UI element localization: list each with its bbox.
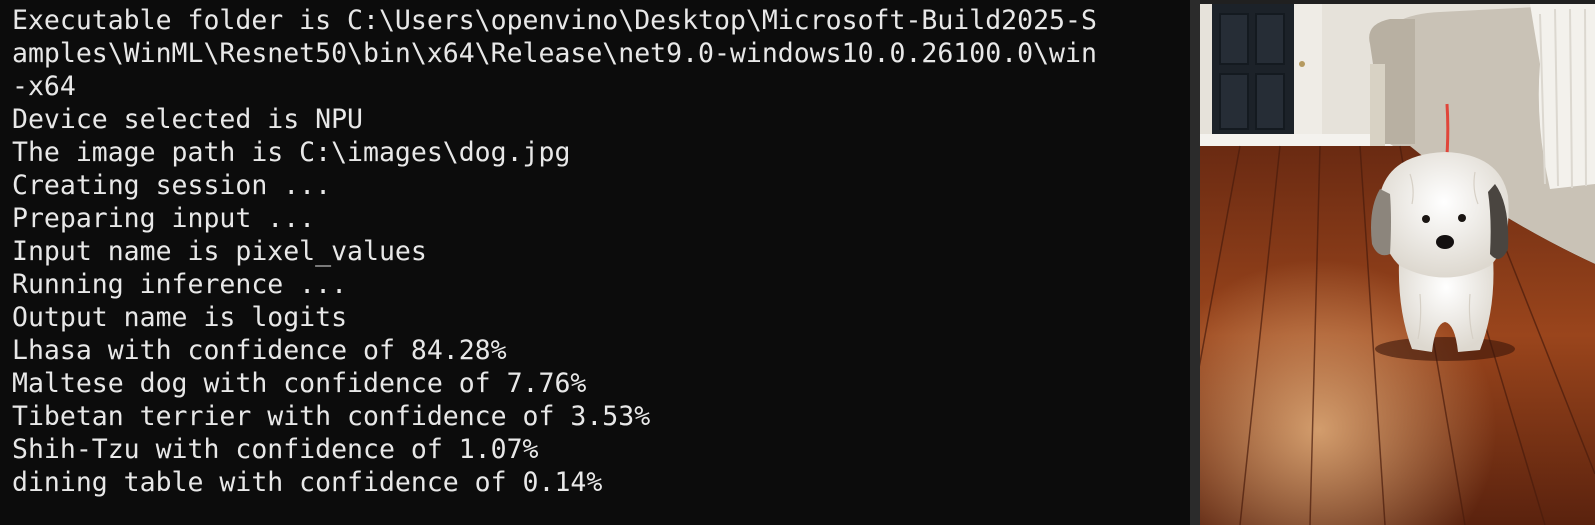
panel-divider <box>1190 0 1200 525</box>
door-frame <box>1294 4 1322 140</box>
dog-head <box>1379 152 1509 278</box>
terminal-line-result-1: Lhasa with confidence of 84.28% <box>12 335 507 366</box>
terminal-line-result-4: Shih-Tzu with confidence of 1.07% <box>12 434 539 465</box>
terminal-line-creating-session: Creating session ... <box>12 170 332 201</box>
dog-photo <box>1200 4 1595 525</box>
dog-photo-illustration <box>1200 4 1595 525</box>
terminal-output: Executable folder is C:\Users\openvino\D… <box>0 0 1190 525</box>
dog-eye <box>1422 215 1430 223</box>
terminal-line-output-name: Output name is logits <box>12 302 348 333</box>
dog-nose <box>1436 235 1454 249</box>
terminal-line-result-5: dining table with confidence of 0.14% <box>12 467 603 498</box>
terminal-line-image-path: The image path is C:\images\dog.jpg <box>12 137 571 168</box>
terminal-line-preparing-input: Preparing input ... <box>12 203 316 234</box>
terminal-line-device: Device selected is NPU <box>12 104 363 135</box>
terminal-line-result-2: Maltese dog with confidence of 7.76% <box>12 368 587 399</box>
door-handle-icon <box>1299 61 1305 67</box>
terminal-line-executable-folder-1: Executable folder is C:\Users\openvino\D… <box>12 5 1097 36</box>
terminal-line-running-inference: Running inference ... <box>12 269 348 300</box>
terminal-line-executable-folder-3: -x64 <box>12 71 76 102</box>
terminal-line-input-name: Input name is pixel_values <box>12 236 427 267</box>
terminal-line-executable-folder-2: amples\WinML\Resnet50\bin\x64\Release\ne… <box>12 38 1097 69</box>
terminal-line-result-3: Tibetan terrier with confidence of 3.53% <box>12 401 651 432</box>
